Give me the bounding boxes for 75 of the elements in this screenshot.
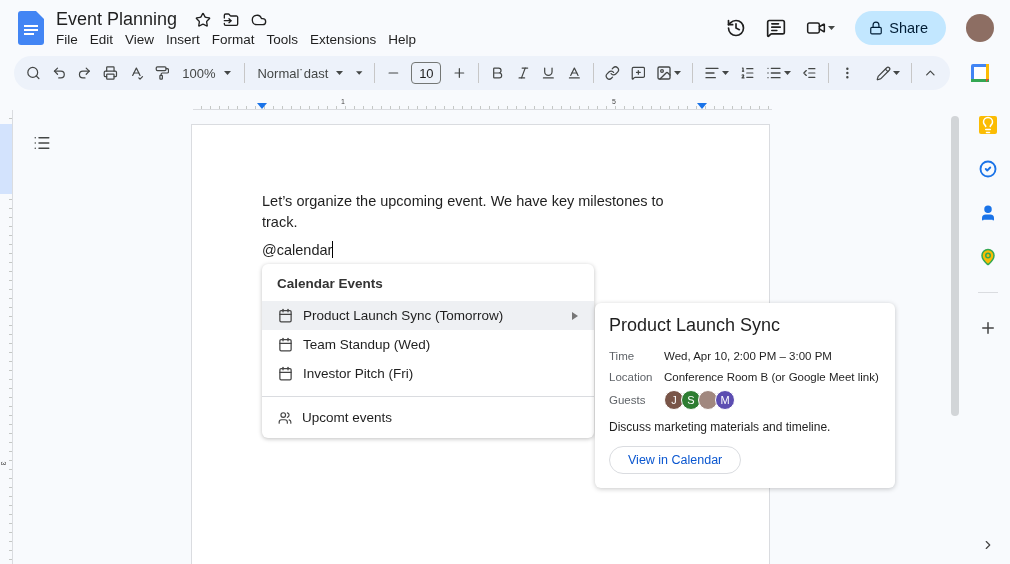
field-label: Location bbox=[609, 370, 654, 383]
event-menu-item[interactable]: Product Launch Sync (Tomorrow) bbox=[262, 301, 594, 330]
menu-item[interactable]: Help bbox=[388, 32, 416, 47]
event-description: Discuss marketing materials and timeline. bbox=[609, 420, 832, 434]
folder-icon[interactable] bbox=[223, 11, 240, 28]
caret-icon bbox=[223, 71, 231, 75]
menu-heading: Calendar Events bbox=[276, 275, 384, 293]
zoom-dropdown[interactable]: 100% bbox=[180, 65, 233, 81]
caret-icon bbox=[828, 26, 836, 30]
editing-mode-button[interactable] bbox=[876, 65, 901, 81]
menu-item[interactable]: Insert bbox=[166, 32, 200, 47]
field-value: Wed, Apr 10, 2:00 PM – 3:00 PM bbox=[664, 349, 833, 362]
search-icon[interactable] bbox=[26, 65, 41, 81]
indent-icon[interactable] bbox=[801, 65, 817, 81]
indent-marker[interactable] bbox=[697, 103, 707, 109]
menu-item[interactable]: Format bbox=[211, 32, 255, 47]
guest-avatar: M bbox=[715, 390, 735, 410]
map-pin-icon[interactable] bbox=[978, 248, 997, 266]
event-menu-item[interactable]: Investor Pitch (Fri) bbox=[262, 359, 594, 388]
caret-icon bbox=[356, 71, 363, 75]
guest-photo-placeholder bbox=[698, 390, 718, 410]
share-button[interactable]: Share bbox=[855, 11, 946, 45]
view-in-calendar-button[interactable]: View in Calendar bbox=[609, 446, 742, 474]
caret-icon bbox=[893, 71, 901, 75]
caret-icon bbox=[336, 71, 344, 75]
menu-item[interactable]: File bbox=[56, 32, 78, 47]
undo-icon[interactable] bbox=[51, 65, 67, 81]
field-label: Guests bbox=[609, 394, 647, 406]
numbered-list-icon[interactable] bbox=[740, 65, 755, 81]
paragraph: Let’s organize the upcoming event. We have key milestones to track. bbox=[262, 192, 665, 232]
text-cursor bbox=[332, 241, 334, 258]
menu-item[interactable]: View bbox=[125, 32, 155, 47]
comment-icon[interactable] bbox=[766, 18, 787, 38]
tasks-icon[interactable] bbox=[978, 160, 997, 178]
outline-icon[interactable] bbox=[33, 134, 51, 152]
document-title[interactable]: Event Planning bbox=[56, 9, 178, 30]
insert-image-button[interactable] bbox=[656, 65, 682, 81]
calendar-app-icon[interactable] bbox=[971, 64, 989, 82]
history-icon[interactable] bbox=[726, 18, 747, 38]
mention-text: @calendar bbox=[262, 241, 333, 258]
scrollbar[interactable] bbox=[951, 116, 959, 416]
font-size-field[interactable]: 10 bbox=[411, 62, 442, 84]
align-button[interactable] bbox=[704, 65, 730, 81]
link-icon[interactable] bbox=[604, 65, 620, 81]
calendar-icon bbox=[278, 337, 293, 352]
user-avatar[interactable] bbox=[966, 14, 994, 42]
underline-icon[interactable] bbox=[541, 65, 557, 81]
caret-icon bbox=[674, 71, 682, 75]
menu-item[interactable]: Edit bbox=[89, 32, 114, 47]
style-dropdown[interactable]: Normal˙dast bbox=[255, 65, 346, 81]
field-label: Time bbox=[609, 349, 636, 362]
calendar-icon bbox=[278, 366, 293, 381]
star-icon[interactable] bbox=[195, 11, 212, 28]
event-title: Product Launch Sync bbox=[609, 315, 782, 336]
add-comment-icon[interactable] bbox=[630, 65, 646, 81]
calendar-icon bbox=[278, 308, 293, 323]
guest-avatar: J bbox=[664, 390, 684, 410]
caret-icon bbox=[783, 71, 791, 75]
event-menu-item[interactable]: Team Standup (Wed) bbox=[262, 330, 594, 359]
print-icon[interactable] bbox=[103, 65, 118, 81]
docs-logo-icon[interactable] bbox=[18, 11, 44, 45]
text-color-icon[interactable] bbox=[567, 65, 582, 81]
indent-marker[interactable] bbox=[257, 103, 267, 109]
upcoming-events-item[interactable]: Upcomt events bbox=[262, 403, 594, 432]
lock-icon bbox=[869, 21, 884, 35]
menu-item[interactable]: Extensions bbox=[310, 32, 377, 47]
bold-icon[interactable] bbox=[490, 65, 505, 81]
redo-icon[interactable] bbox=[77, 65, 93, 81]
caret-icon bbox=[722, 71, 730, 75]
people-icon bbox=[278, 410, 292, 425]
paint-format-icon[interactable] bbox=[154, 65, 170, 81]
field-value: Conference Room B (or Google Meet link) bbox=[664, 370, 880, 383]
guest-avatar: S bbox=[681, 390, 701, 410]
menu-item[interactable]: Tools bbox=[266, 32, 299, 47]
bulleted-list-button[interactable] bbox=[765, 65, 791, 81]
